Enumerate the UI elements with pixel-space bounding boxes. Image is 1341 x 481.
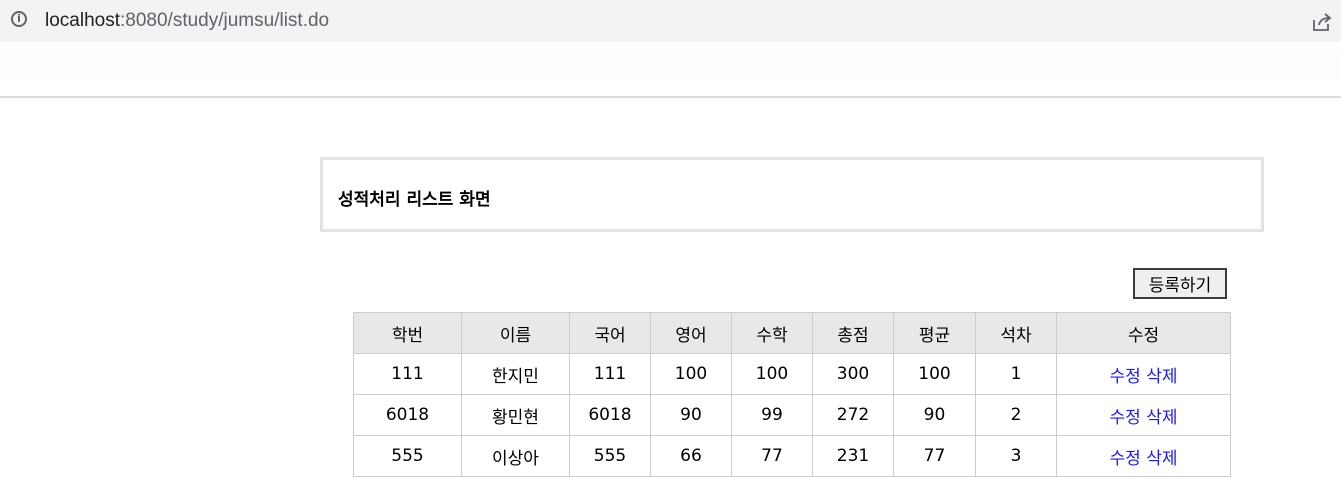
edit-link[interactable]: 수정 [1110, 449, 1141, 469]
edit-link[interactable]: 수정 [1110, 367, 1141, 387]
cell-actions: 수정 삭제 [1056, 394, 1231, 436]
header-name: 이름 [461, 312, 570, 354]
cell-english: 100 [650, 353, 732, 395]
bookmarks-bar [0, 50, 1341, 82]
cell-korean: 111 [569, 353, 651, 395]
table-header-row: 학번 이름 국어 영어 수학 총점 평균 석차 수정 [353, 312, 1231, 354]
header-total: 총점 [812, 312, 894, 354]
header-korean: 국어 [569, 312, 651, 354]
cell-actions: 수정 삭제 [1056, 353, 1231, 395]
url-host: localhost [45, 10, 120, 31]
page-title: 성적처리 리스트 화면 [338, 190, 491, 210]
cell-student-id: 111 [353, 353, 462, 395]
table-row: 111 한지민 111 100 100 300 100 1 수정 삭제 [353, 353, 1231, 395]
cell-math: 100 [731, 353, 813, 395]
cell-average: 77 [893, 435, 976, 477]
header-english: 영어 [650, 312, 732, 354]
cell-korean: 555 [569, 435, 651, 477]
url-field[interactable]: localhost:8080/study/jumsu/list.do [45, 9, 329, 33]
cell-average: 90 [893, 394, 976, 436]
delete-link[interactable]: 삭제 [1146, 449, 1177, 469]
cell-name: 한지민 [461, 353, 570, 395]
delete-link[interactable]: 삭제 [1146, 367, 1177, 387]
header-math: 수학 [731, 312, 813, 354]
header-rank: 석차 [975, 312, 1057, 354]
cell-english: 66 [650, 435, 732, 477]
cell-total: 272 [812, 394, 894, 436]
cell-english: 90 [650, 394, 732, 436]
cell-rank: 1 [975, 353, 1057, 395]
table-row: 555 이상아 555 66 77 231 77 3 수정 삭제 [353, 435, 1231, 477]
bookmarks-separator [22, 50, 28, 82]
cell-student-id: 555 [353, 435, 462, 477]
cell-average: 100 [893, 353, 976, 395]
delete-link[interactable]: 삭제 [1146, 408, 1177, 428]
cell-student-id: 6018 [353, 394, 462, 436]
cell-total: 231 [812, 435, 894, 477]
title-box: 성적처리 리스트 화면 [320, 157, 1264, 232]
table-row: 6018 황민현 6018 90 99 272 90 2 수정 삭제 [353, 394, 1231, 436]
url-path: :8080/study/jumsu/list.do [120, 10, 330, 31]
toolbar-divider [0, 96, 1341, 98]
cell-korean: 6018 [569, 394, 651, 436]
header-actions: 수정 [1056, 312, 1231, 354]
share-icon[interactable] [1310, 10, 1334, 34]
cell-math: 99 [731, 394, 813, 436]
cell-math: 77 [731, 435, 813, 477]
cell-rank: 2 [975, 394, 1057, 436]
header-student-id: 학번 [353, 312, 462, 354]
cell-name: 황민현 [461, 394, 570, 436]
header-average: 평균 [893, 312, 976, 354]
cell-actions: 수정 삭제 [1056, 435, 1231, 477]
grades-table: 학번 이름 국어 영어 수학 총점 평균 석차 수정 111 한지민 111 1… [353, 312, 1231, 477]
edit-link[interactable]: 수정 [1110, 408, 1141, 428]
register-button[interactable]: 등록하기 [1133, 268, 1227, 299]
info-icon[interactable]: i [11, 11, 27, 27]
cell-total: 300 [812, 353, 894, 395]
cell-rank: 3 [975, 435, 1057, 477]
cell-name: 이상아 [461, 435, 570, 477]
address-bar[interactable]: i localhost:8080/study/jumsu/list.do [0, 0, 1341, 42]
